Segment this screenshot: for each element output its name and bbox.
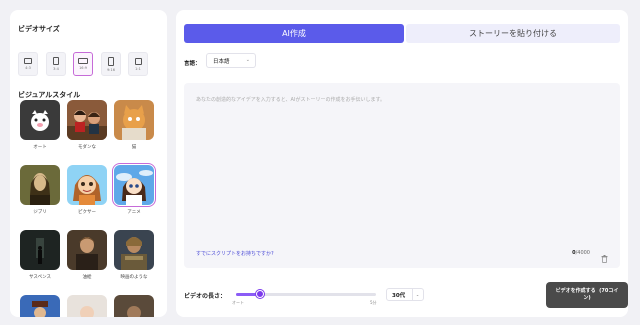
style-label: アニメ <box>127 210 141 215</box>
create-video-button[interactable]: ビデオを作成する (70コイン) <box>546 282 628 308</box>
style-label: モダンな <box>78 145 96 150</box>
tall-portrait-icon <box>108 56 114 66</box>
style-thumbnail <box>20 165 60 205</box>
size-label: 4:3 <box>25 66 31 70</box>
create-video-label: ビデオを作成する <box>555 287 596 294</box>
style-thumbnail <box>20 230 60 270</box>
landscape-icon <box>24 58 32 64</box>
style-label: ジブリ <box>33 210 47 215</box>
trash-icon[interactable] <box>601 248 608 267</box>
tab-ai-create[interactable]: AI作成 <box>184 24 404 43</box>
video-length-label: ビデオの長さ： <box>184 293 227 300</box>
size-option-16-9[interactable]: 16:9 <box>73 52 93 76</box>
style-label: オート <box>33 145 47 150</box>
style-ghibli[interactable]: ジブリ <box>20 165 60 215</box>
size-option-9-16[interactable]: 9:16 <box>101 52 121 76</box>
size-label: 1:1 <box>135 66 141 71</box>
language-select[interactable]: 日本語 ⌄ <box>206 53 256 68</box>
prompt-placeholder: あなたの創造的なアイデアを入力すると、AIがストーリーの作成をお手伝いします。 <box>196 97 385 103</box>
style-cat[interactable]: 猫 <box>114 100 154 150</box>
style-thumbnail <box>67 100 107 140</box>
style-suspense[interactable]: サスペンス <box>20 230 60 280</box>
style-anime[interactable]: アニメ <box>112 163 156 215</box>
character-count-max: /4000 <box>575 250 590 256</box>
portrait-icon <box>53 57 59 65</box>
style-label: 映画のような <box>120 275 148 280</box>
video-length-value: 30代 <box>392 292 406 299</box>
language-label: 言語： <box>184 61 201 67</box>
size-option-3-4[interactable]: 3:4 <box>46 52 66 76</box>
size-label: 16:9 <box>79 66 87 70</box>
style-thumbnail <box>67 230 107 270</box>
style-thumbnail <box>112 163 156 207</box>
widescreen-icon <box>78 58 88 64</box>
style-thumbnail <box>114 295 154 317</box>
style-modern[interactable]: モダンな <box>67 100 107 150</box>
prompt-textarea[interactable]: あなたの創造的なアイデアを入力すると、AIがストーリーの作成をお手伝いします。 … <box>184 83 620 268</box>
tab-paste-story[interactable]: ストーリーを貼り付ける <box>406 24 620 43</box>
left-panel: ビデオサイズ 4:3 3:4 16:9 9:16 1:1 ビジュアルスタイル オ… <box>10 10 167 317</box>
square-icon <box>134 57 142 65</box>
style-cinematic[interactable]: 映画のような <box>114 230 154 280</box>
style-label: ピクサー <box>78 210 96 215</box>
style-label: 猫 <box>131 145 137 150</box>
right-panel: AI作成 ストーリーを貼り付ける 言語： 日本語 ⌄ あなたの創造的なアイデアを… <box>176 10 628 317</box>
style-pixar[interactable]: ピクサー <box>67 165 107 215</box>
chevron-down-icon: ⌄ <box>412 289 422 300</box>
size-label: 9:16 <box>107 67 115 72</box>
style-thumbnail-extra[interactable] <box>114 295 154 317</box>
style-label: サスペンス <box>28 275 51 280</box>
video-length-select[interactable]: 30代 ⌄ <box>386 288 424 301</box>
style-thumbnail <box>67 165 107 205</box>
video-size-title: ビデオサイズ <box>18 25 60 33</box>
style-thumbnail-extra[interactable] <box>20 295 60 317</box>
language-value: 日本語 <box>213 58 230 65</box>
style-auto[interactable]: オート <box>20 100 60 150</box>
style-thumbnail <box>67 295 107 317</box>
style-oil-painting[interactable]: 油絵 <box>67 230 107 280</box>
style-label: 油絵 <box>82 275 92 280</box>
style-thumbnail <box>20 295 60 317</box>
style-thumbnail <box>114 100 154 140</box>
size-label: 3:4 <box>53 67 59 71</box>
style-thumbnail <box>114 230 154 270</box>
slider-min-label: オート <box>232 300 244 305</box>
slider-max-label: 5分 <box>370 300 377 305</box>
visual-style-title: ビジュアルスタイル <box>18 91 81 99</box>
chevron-down-icon: ⌄ <box>245 57 250 63</box>
style-thumbnail <box>20 100 60 140</box>
video-length-slider-handle[interactable] <box>256 290 264 298</box>
size-option-1-1[interactable]: 1:1 <box>128 52 148 76</box>
size-option-4-3[interactable]: 4:3 <box>18 52 38 76</box>
character-count: 0/4000 <box>572 250 590 256</box>
style-thumbnail-extra[interactable] <box>67 295 107 317</box>
existing-script-link[interactable]: すでにスクリプトをお持ちですか? <box>196 250 274 257</box>
